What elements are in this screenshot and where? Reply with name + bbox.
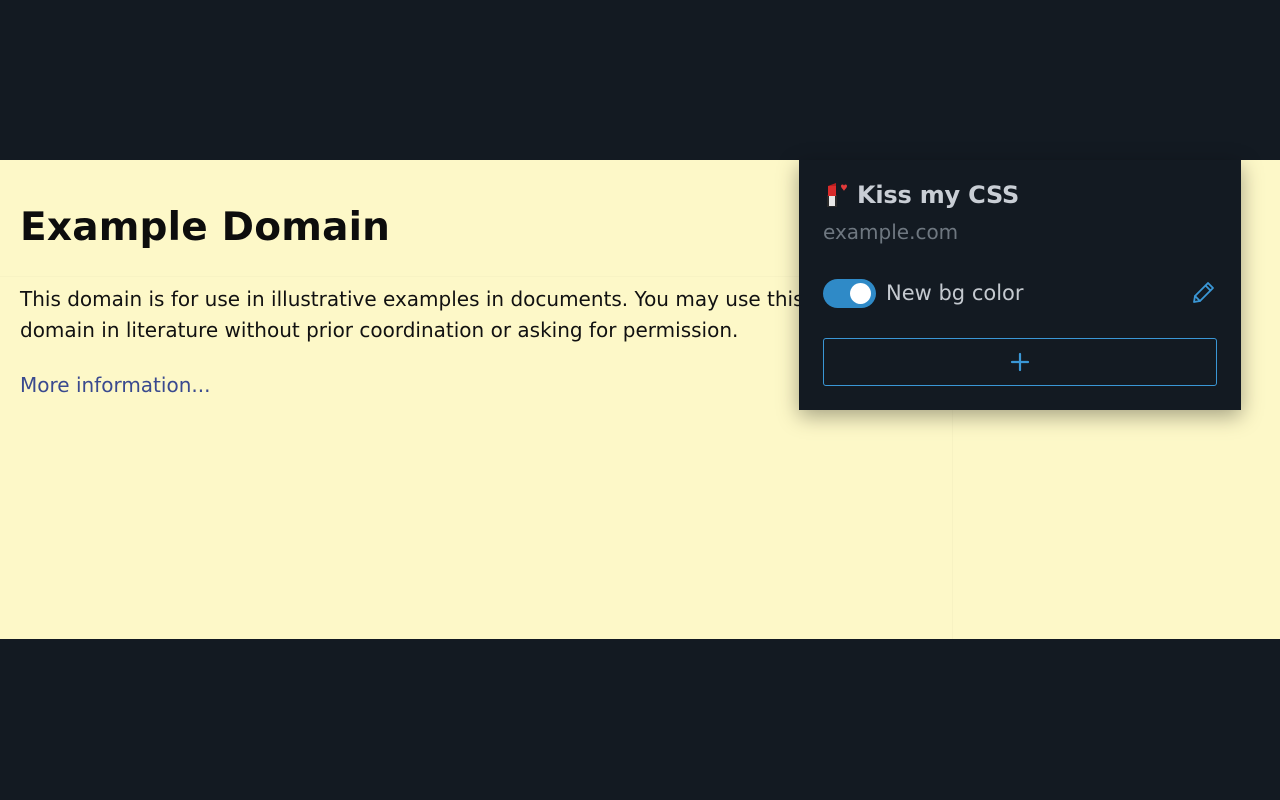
toggle-knob <box>850 282 871 304</box>
rule-label: New bg color <box>886 281 1024 305</box>
plus-icon <box>1010 352 1030 372</box>
extension-popup: Kiss my CSS example.com New bg color <box>799 160 1241 410</box>
rule-item: New bg color <box>823 276 1217 310</box>
more-information-link[interactable]: More information... <box>20 371 210 399</box>
rule-toggle[interactable] <box>823 278 876 308</box>
page-heading: Example Domain <box>20 205 391 250</box>
popup-domain: example.com <box>823 220 959 244</box>
popup-title: Kiss my CSS <box>857 181 1020 209</box>
page-paragraph: This domain is for use in illustrative e… <box>20 287 804 342</box>
add-rule-button[interactable] <box>823 338 1217 386</box>
popup-header: Kiss my CSS <box>823 178 1019 212</box>
pencil-icon[interactable] <box>1189 279 1217 307</box>
lipstick-icon <box>827 183 847 207</box>
page-content: Example Domain This domain is for use in… <box>20 200 850 399</box>
